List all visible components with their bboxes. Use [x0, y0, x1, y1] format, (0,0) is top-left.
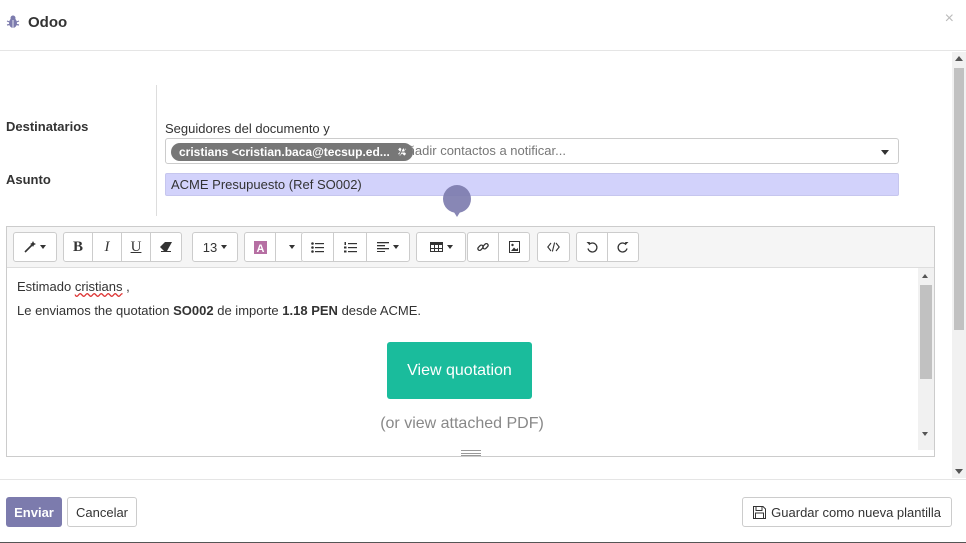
quotation-line: Le enviamos the quotation SO002 de impor… [17, 303, 421, 318]
scroll-down-arrow-icon[interactable] [955, 469, 963, 474]
recipient-tag: cristians <cristian.baca@tecsup.ed... ✖ [171, 143, 414, 161]
svg-text:A: A [256, 243, 264, 254]
table-button[interactable] [416, 232, 466, 262]
email-body-editor: B I U 13 A Estimado cristians , Le envia… [6, 226, 935, 457]
font-size-group: 13 [192, 232, 238, 262]
insert-group [467, 232, 530, 262]
italic-button[interactable]: I [92, 232, 122, 262]
dialog-footer: Enviar Cancelar Guardar como nueva plant… [0, 479, 966, 543]
align-left-icon [377, 242, 389, 252]
recipient-tag-label: cristians <cristian.baca@tecsup.ed... [179, 145, 390, 159]
followers-text: Seguidores del documento y [165, 121, 330, 136]
bug-icon [6, 15, 20, 28]
view-quotation-button[interactable]: View quotation [387, 342, 532, 399]
history-group [576, 232, 639, 262]
save-icon [753, 505, 767, 519]
compose-email-dialog: Odoo × Destinatarios Asunto Seguidores d… [0, 0, 966, 543]
dialog-scrollbar[interactable] [952, 52, 966, 478]
code-group [537, 232, 570, 262]
font-size-value: 13 [202, 239, 218, 255]
quotation-text-3: desde ACME. [341, 303, 422, 318]
subject-input[interactable]: ACME Presupuesto (Ref SO002) [165, 173, 899, 196]
greeting-line: Estimado cristians , [17, 279, 130, 294]
table-icon [429, 242, 443, 252]
label-divider [156, 85, 157, 216]
code-view-button[interactable] [537, 232, 570, 262]
dialog-title: Odoo [28, 14, 68, 31]
recipients-input[interactable]: cristians <cristian.baca@tecsup.ed... ✖ … [165, 138, 899, 164]
eraser-icon [160, 242, 172, 252]
bold-button[interactable]: B [63, 232, 93, 262]
order-reference: SO002 [173, 303, 214, 318]
cancel-button[interactable]: Cancelar [67, 497, 137, 527]
redo-button[interactable] [607, 232, 639, 262]
paragraph-group [301, 232, 410, 262]
link-button[interactable] [467, 232, 499, 262]
dialog-header: Odoo × [0, 0, 966, 51]
close-icon[interactable]: × [945, 10, 954, 28]
quotation-text-1: Le enviamos the quotation [17, 303, 170, 318]
save-template-label: Guardar como nueva plantilla [771, 504, 941, 520]
color-group: A [244, 232, 304, 262]
font-size-button[interactable]: 13 [192, 232, 238, 262]
greeting-name: cristians [74, 279, 123, 294]
editor-scroll-up-icon[interactable] [922, 274, 928, 278]
underline-button[interactable]: U [121, 232, 151, 262]
editor-toolbar: B I U 13 A [7, 227, 934, 268]
editor-resize-handle[interactable] [461, 450, 481, 456]
clear-format-button[interactable] [150, 232, 182, 262]
font-color-icon: A [253, 240, 267, 254]
font-color-dropdown[interactable] [275, 232, 304, 262]
table-group [416, 232, 466, 262]
redo-icon [617, 242, 629, 253]
style-group [13, 232, 57, 262]
image-button[interactable] [498, 232, 530, 262]
editor-scroll-down-icon[interactable] [922, 432, 928, 436]
code-view-icon [547, 242, 560, 252]
numbered-list-icon [343, 241, 357, 252]
font-color-button[interactable]: A [244, 232, 276, 262]
recipients-label: Destinatarios [6, 119, 89, 134]
scrollbar-thumb[interactable] [954, 68, 964, 330]
quotation-text-2: de importe [217, 303, 279, 318]
scroll-up-arrow-icon[interactable] [955, 56, 963, 61]
editor-content[interactable]: Estimado cristians , Le enviamos the quo… [7, 268, 917, 450]
greeting-suffix: , [126, 279, 130, 294]
magic-wand-icon [24, 241, 36, 253]
chevron-down-icon[interactable] [881, 150, 889, 155]
editor-scrollbar[interactable] [918, 268, 934, 450]
tour-pin-icon[interactable] [443, 185, 471, 217]
font-format-group: B I U [63, 232, 182, 262]
subject-label: Asunto [6, 172, 51, 187]
greeting-prefix: Estimado [17, 279, 72, 294]
recipients-placeholder[interactable]: Añadir contactos a notificar... [399, 143, 566, 158]
bullet-list-button[interactable] [301, 232, 334, 262]
pdf-note: (or view attached PDF) [380, 415, 544, 432]
image-icon [508, 241, 520, 253]
align-button[interactable] [366, 232, 410, 262]
link-icon [477, 242, 489, 252]
undo-icon [586, 242, 598, 253]
style-button[interactable] [13, 232, 57, 262]
save-template-button[interactable]: Guardar como nueva plantilla [742, 497, 952, 527]
editor-scrollbar-thumb[interactable] [920, 285, 932, 379]
numbered-list-button[interactable] [333, 232, 367, 262]
send-button[interactable]: Enviar [6, 497, 62, 527]
order-amount: 1.18 PEN [282, 303, 338, 318]
undo-button[interactable] [576, 232, 608, 262]
bullet-list-icon [311, 241, 324, 253]
